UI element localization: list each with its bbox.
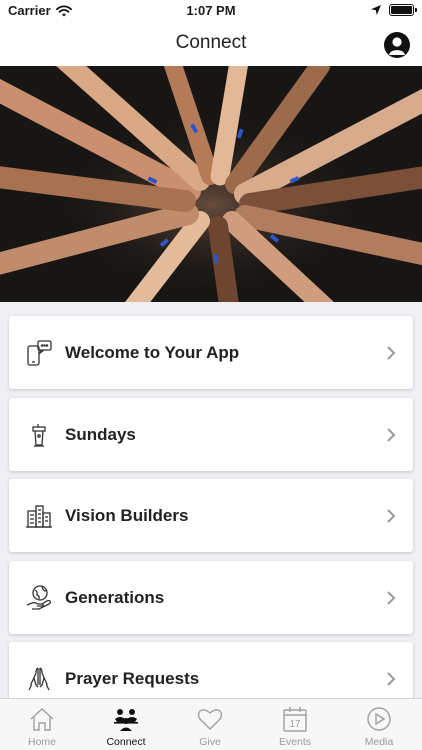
list-item-label: Generations	[65, 587, 165, 607]
calendar-icon: 17	[283, 707, 307, 732]
hero-image	[0, 66, 422, 302]
tab-label: Home	[27, 736, 56, 748]
tab-label: Media	[364, 736, 394, 748]
chevron-right-icon	[381, 669, 401, 689]
tab-connect[interactable]: Connect	[84, 699, 168, 750]
hands-together-image	[0, 66, 422, 302]
calendar-day: 17	[289, 719, 301, 730]
location-arrow-icon	[371, 5, 381, 15]
list-item-welcome[interactable]: Welcome to Your App	[9, 316, 413, 389]
tab-events[interactable]: 17 Events	[253, 699, 337, 750]
list-item-label: Sundays	[65, 424, 136, 444]
chevron-right-icon	[381, 506, 401, 526]
praying-hands-icon	[24, 664, 54, 694]
list-item-vision-builders[interactable]: Vision Builders	[9, 479, 413, 552]
chevron-right-icon	[381, 588, 401, 608]
play-icon	[367, 707, 391, 731]
tab-home[interactable]: Home	[0, 699, 84, 750]
list-item-sundays[interactable]: Sundays	[9, 398, 413, 471]
list-item-generations[interactable]: Generations	[9, 561, 413, 634]
list-item-label: Vision Builders	[65, 505, 189, 525]
battery-icon	[389, 4, 417, 16]
status-bar: Carrier 1:07 PM	[0, 0, 422, 22]
user-icon	[389, 37, 405, 55]
home-icon	[30, 708, 54, 731]
page-title: Connect	[175, 32, 247, 53]
tab-bar: Home Connect Give 17 Events Media	[0, 698, 422, 750]
tab-label: Give	[199, 736, 221, 748]
chevron-right-icon	[381, 343, 401, 363]
tab-label: Events	[278, 736, 312, 748]
navigation-bar: Connect	[0, 22, 422, 66]
tab-media[interactable]: Media	[337, 699, 421, 750]
tab-label: Connect	[106, 736, 146, 748]
globe-hand-icon	[24, 583, 54, 613]
tab-give[interactable]: Give	[168, 699, 252, 750]
chevron-right-icon	[381, 425, 401, 445]
list-item-label: Prayer Requests	[65, 668, 200, 688]
profile-button[interactable]	[384, 32, 410, 58]
status-time: 1:07 PM	[186, 3, 236, 18]
people-icon	[114, 709, 138, 731]
list-item-label: Welcome to Your App	[65, 342, 240, 362]
podium-icon	[24, 420, 54, 450]
chat-phone-icon	[24, 338, 54, 368]
buildings-icon	[24, 501, 54, 531]
heart-icon	[197, 709, 223, 730]
